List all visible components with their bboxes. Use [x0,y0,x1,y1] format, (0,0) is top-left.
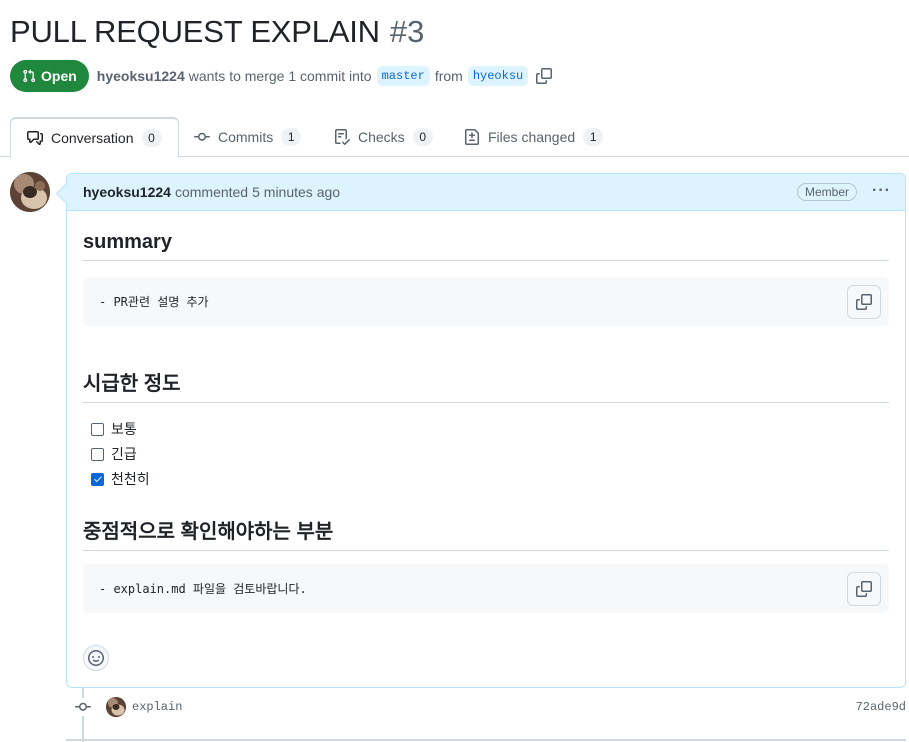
summary-code-block: - PR관련 설명 추가 [83,277,889,326]
task-checkbox[interactable] [91,422,104,436]
tab-conversation[interactable]: Conversation 0 [10,117,179,158]
copy-icon [856,581,872,597]
task-item: 천천히 [91,469,150,489]
task-item: 보통 [91,419,137,439]
copy-code-button[interactable] [847,572,881,606]
focus-code-text: - explain.md 파일을 검토바랍니다. [99,582,307,596]
checklist-icon [335,129,350,145]
add-reaction-button[interactable] [83,645,109,671]
check-icon [93,476,102,482]
tab-conversation-label: Conversation [51,130,134,146]
pr-state-label: Open [41,68,77,84]
pr-author-link[interactable]: hyeoksu1224 [97,68,185,84]
pr-title: PULL REQUEST EXPLAIN [10,14,380,49]
focus-code-block: - explain.md 파일을 검토바랍니다. [83,564,889,613]
commit-message-link[interactable]: explain [132,700,182,714]
commit-row: explain 72ade9d [74,696,906,718]
timeline-divider [66,739,906,741]
commit-author-avatar[interactable] [106,697,126,717]
pr-title-row: PULL REQUEST EXPLAIN #3 [10,14,424,54]
comment-author-link[interactable]: hyeoksu1224 [83,184,171,200]
tab-commits-label: Commits [218,129,274,145]
comment-timestamp[interactable]: 5 minutes ago [252,184,340,200]
pr-meta-row: Open hyeoksu1224 wants to merge 1 commit… [10,60,553,92]
comment-options-kebab-icon[interactable]: ··· [872,182,891,200]
tab-conversation-count: 0 [141,129,162,147]
smiley-icon [88,650,104,666]
tab-commits[interactable]: Commits 1 [194,117,302,157]
summary-heading: summary [83,231,889,261]
task-label: 보통 [111,421,137,437]
tab-checks-label: Checks [358,129,405,145]
avatar[interactable] [10,172,50,212]
git-pull-request-icon [23,69,36,83]
pr-number: #3 [389,14,425,49]
copy-icon [856,294,872,310]
file-diff-icon [465,129,479,145]
task-checkbox[interactable] [91,447,104,461]
tab-commits-count: 1 [281,128,302,146]
tab-checks[interactable]: Checks 0 [334,117,433,157]
task-checkbox-checked[interactable] [91,472,104,486]
pr-state-badge: Open [10,60,89,92]
comment-action: commented [174,184,249,200]
task-item: 긴급 [91,444,137,464]
comment-header: hyeoksu1224 commented 5 minutes ago Memb… [67,174,905,211]
tab-files-changed-count: 1 [583,128,604,146]
summary-code-text: - PR관련 설명 추가 [99,295,209,309]
head-branch-link[interactable]: hyeoksu [467,66,529,86]
task-label: 천천히 [111,471,150,487]
git-commit-icon [194,132,210,141]
pr-tabs: Conversation 0 Commits 1 Checks 0 Files … [0,117,909,158]
tab-files-changed-label: Files changed [488,129,576,145]
base-branch-link[interactable]: master [376,66,430,86]
commit-sha-link[interactable]: 72ade9d [856,700,906,714]
copy-branch-icon[interactable] [536,68,553,84]
git-commit-icon [74,698,92,716]
pr-from-text: from [434,68,463,84]
member-role-badge: Member [796,183,857,201]
tab-files-changed[interactable]: Files changed 1 [464,117,604,157]
focus-heading: 중점적으로 확인해야하는 부분 [83,515,889,551]
pr-merge-text: wants to merge 1 commit into [188,68,372,84]
copy-code-button[interactable] [847,285,881,319]
tab-checks-count: 0 [412,128,433,146]
task-label: 긴급 [111,446,137,462]
comment-box: hyeoksu1224 commented 5 minutes ago Memb… [66,173,906,688]
comment-discussion-icon [27,131,43,145]
urgency-heading: 시급한 정도 [83,367,889,403]
